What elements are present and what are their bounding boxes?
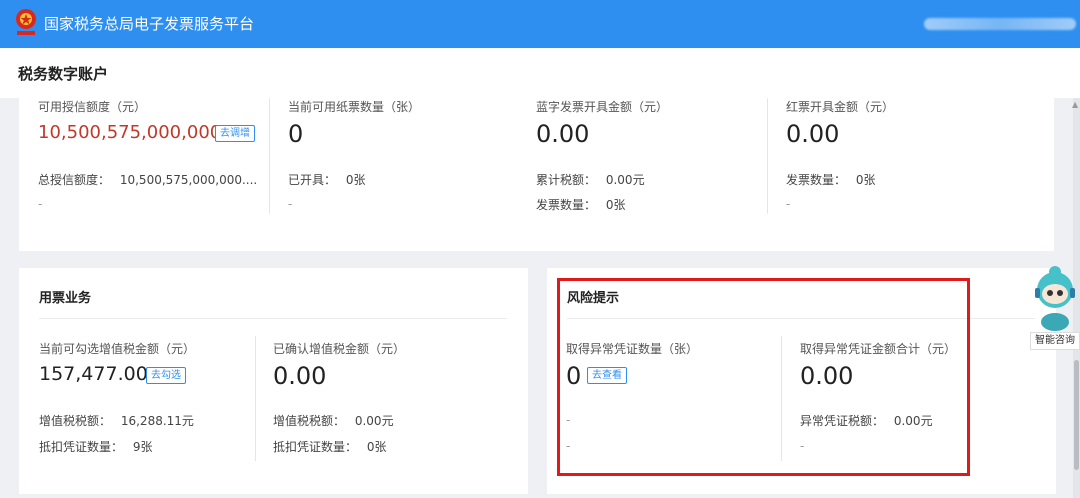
divider bbox=[269, 98, 270, 214]
blue-invoice-value: 0.00 bbox=[536, 120, 590, 148]
red-invoice-label: 红票开具金额（元） bbox=[786, 100, 895, 114]
go-select-button[interactable]: 去勾选 bbox=[146, 367, 186, 384]
credit-extra: - bbox=[38, 197, 43, 211]
selectable-tax-label: 增值税税额： bbox=[39, 414, 112, 428]
smart-consult-widget[interactable]: 智能咨询 bbox=[1030, 262, 1080, 352]
paper-tickets-value: 0 bbox=[288, 120, 304, 148]
confirmed-voucher-label: 抵扣凭证数量： bbox=[273, 440, 358, 454]
red-invoice-count-label: 发票数量： bbox=[786, 173, 847, 187]
platform-name: 国家税务总局电子发票服务平台 bbox=[44, 15, 255, 33]
use-business-title: 用票业务 bbox=[39, 291, 92, 306]
selectable-tax-value: 16,288.11元 bbox=[120, 414, 194, 428]
account-summary-card: 可用授信额度（元） 10,500,575,000,000.00 去调增 总授信额… bbox=[19, 98, 1054, 251]
use-business-card: 用票业务 当前可勾选增值税金额（元） 157,477.00 去勾选 增值税税额：… bbox=[19, 268, 528, 494]
confirmed-vat-value: 0.00 bbox=[273, 362, 327, 390]
paper-tickets-extra: - bbox=[288, 197, 293, 211]
red-invoice-extra: - bbox=[786, 197, 791, 211]
selectable-voucher-label: 抵扣凭证数量： bbox=[39, 440, 124, 454]
scrollbar-thumb[interactable] bbox=[1074, 360, 1079, 470]
increase-credit-button[interactable]: 去调增 bbox=[215, 125, 255, 142]
confirmed-tax-label: 增值税税额： bbox=[273, 414, 346, 428]
total-credit-value: 10,500,575,000,000.... bbox=[119, 173, 258, 187]
blue-invoice-count-label: 发票数量： bbox=[536, 198, 597, 212]
selectable-vat-value: 157,477.00 bbox=[39, 363, 148, 385]
divider bbox=[255, 336, 256, 461]
cumulative-tax-value: 0.00元 bbox=[605, 173, 645, 187]
tax-emblem-icon bbox=[16, 9, 36, 35]
page-header: 税务数字账户 bbox=[0, 48, 1080, 98]
divider bbox=[767, 98, 768, 214]
issued-value: 0张 bbox=[345, 173, 366, 187]
red-invoice-value: 0.00 bbox=[786, 120, 840, 148]
smart-consult-label[interactable]: 智能咨询 bbox=[1030, 332, 1080, 350]
selectable-vat-label: 当前可勾选增值税金额（元） bbox=[39, 342, 196, 356]
red-invoice-count-value: 0张 bbox=[855, 173, 876, 187]
risk-highlight-box bbox=[557, 278, 970, 476]
blue-invoice-count-value: 0张 bbox=[605, 198, 626, 212]
confirmed-vat-label: 已确认增值税金额（元） bbox=[273, 342, 406, 356]
cumulative-tax-label: 累计税额： bbox=[536, 173, 597, 187]
credit-label: 可用授信额度（元） bbox=[38, 100, 147, 114]
total-credit-label: 总授信额度： bbox=[38, 173, 111, 187]
issued-label: 已开具： bbox=[288, 173, 337, 187]
page-title: 税务数字账户 bbox=[18, 65, 109, 83]
user-name[interactable] bbox=[924, 18, 1076, 30]
confirmed-tax-value: 0.00元 bbox=[354, 414, 394, 428]
confirmed-voucher-value: 0张 bbox=[366, 440, 387, 454]
paper-tickets-label: 当前可用纸票数量（张） bbox=[288, 100, 421, 114]
selectable-voucher-value: 9张 bbox=[132, 440, 153, 454]
scroll-up-icon[interactable]: ▲ bbox=[1072, 100, 1078, 109]
robot-assistant-icon bbox=[1035, 266, 1075, 331]
top-bar: 国家税务总局电子发票服务平台 bbox=[0, 0, 1080, 48]
divider bbox=[39, 318, 507, 319]
blue-invoice-label: 蓝字发票开具金额（元） bbox=[536, 100, 669, 114]
